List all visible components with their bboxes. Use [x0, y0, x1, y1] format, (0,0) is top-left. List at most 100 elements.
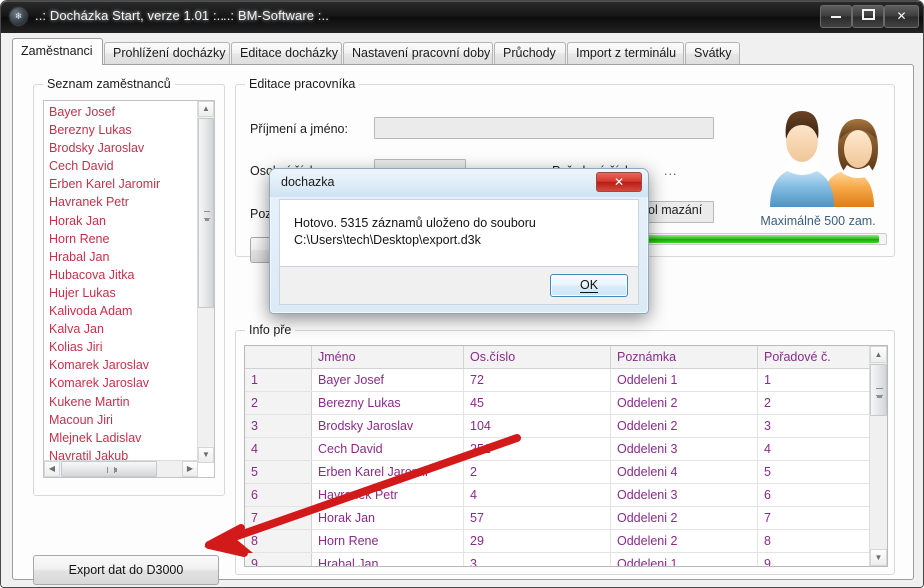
employee-list-item[interactable]: Horak Jan	[49, 212, 203, 230]
employee-list-item[interactable]: Hujer Lukas	[49, 284, 203, 302]
export-data-button[interactable]: Export dat do D3000	[33, 555, 219, 585]
maximize-button[interactable]	[852, 5, 884, 28]
scroll-down-icon[interactable]: ▼	[198, 447, 214, 463]
column-header[interactable]: Poznámka	[610, 346, 758, 369]
table-cell[interactable]: Oddeleni 1	[610, 368, 758, 392]
employee-list-item[interactable]: Komarek Jaroslav	[49, 356, 203, 374]
table-cell[interactable]: Hrabal Jan	[311, 552, 464, 566]
table-row[interactable]: 8 Horn Rene 29 Oddeleni 28	[245, 529, 887, 553]
tab-2[interactable]: Editace docházky	[231, 42, 342, 64]
employee-list-item[interactable]: Mlejnek Ladislav	[49, 429, 203, 447]
tab-6[interactable]: Svátky	[685, 42, 740, 64]
tab-4[interactable]: Průchody	[494, 42, 566, 64]
scroll-right-icon[interactable]: ▶	[182, 461, 198, 477]
dialog-close-button[interactable]: ✕	[596, 172, 642, 192]
column-header[interactable]: Os.číslo	[463, 346, 611, 369]
employee-list-item[interactable]: Berezny Lukas	[49, 121, 203, 139]
table-cell[interactable]: Horn Rene	[311, 529, 464, 553]
employee-list-vertical-scrollbar[interactable]: ▲ ▼	[197, 101, 214, 463]
table-cell[interactable]: Erben Karel Jaromir	[311, 460, 464, 484]
table-cell[interactable]: 72	[463, 368, 611, 392]
employee-list-horizontal-scrollbar[interactable]: ◀ ▶	[44, 460, 198, 477]
dialog-ok-button[interactable]: OK	[550, 274, 628, 297]
table-cell[interactable]: 29	[463, 529, 611, 553]
employees-data-grid[interactable]: Jméno Os.číslo Poznámka Pořadové č. 1 Bayer …	[244, 345, 888, 567]
table-cell[interactable]: 2	[463, 460, 611, 484]
row-header-cell[interactable]: 3	[245, 414, 312, 438]
employee-list-item[interactable]: Kolias Jiri	[49, 338, 203, 356]
employee-list-item[interactable]: Hrabal Jan	[49, 248, 203, 266]
table-row[interactable]: 5 Erben Karel Jaromir 2 Oddeleni 45	[245, 460, 887, 484]
grid-vertical-scrollbar[interactable]: ▲ ▼	[869, 346, 887, 566]
tab-3[interactable]: Nastavení pracovní doby	[343, 42, 493, 64]
table-cell[interactable]: Oddeleni 3	[610, 437, 758, 461]
employee-list-item[interactable]: Macoun Jiri	[49, 411, 203, 429]
table-cell[interactable]: Oddeleni 4	[610, 460, 758, 484]
tab-5[interactable]: Import z terminálu	[567, 42, 684, 64]
data-grid-head: Jméno Os.číslo Poznámka Pořadové č.	[245, 346, 887, 369]
scroll-left-icon[interactable]: ◀	[44, 461, 60, 477]
table-cell[interactable]: 104	[463, 414, 611, 438]
table-cell[interactable]: 57	[463, 506, 611, 530]
employee-list-item[interactable]: Kalva Jan	[49, 320, 203, 338]
table-row[interactable]: 3 Brodsky Jaroslav 104 Oddeleni 23	[245, 414, 887, 438]
employee-list-item[interactable]: Havranek Petr	[49, 193, 203, 211]
table-cell[interactable]: Havranek Petr	[311, 483, 464, 507]
employee-listbox[interactable]: Bayer Josef Berezny Lukas Brodsky Jaroslav…	[43, 100, 215, 478]
dialog-body: Hotovo. 5315 záznamů uloženo do souboru …	[279, 199, 639, 267]
table-row[interactable]: 1 Bayer Josef 72 Oddeleni 11	[245, 368, 887, 392]
employee-list-item[interactable]: Cech David	[49, 157, 203, 175]
table-cell[interactable]: Brodsky Jaroslav	[311, 414, 464, 438]
row-header-cell[interactable]: 5	[245, 460, 312, 484]
tab-label: Editace docházky	[240, 46, 338, 60]
table-row[interactable]: 9 Hrabal Jan 3 Oddeleni 19	[245, 552, 887, 566]
table-cell[interactable]: Oddeleni 2	[610, 506, 758, 530]
tab-0[interactable]: Zaměstnanci	[12, 38, 103, 65]
grid-scroll-down-icon[interactable]: ▼	[870, 549, 887, 566]
table-cell[interactable]: Bayer Josef	[311, 368, 464, 392]
table-cell[interactable]: Berezny Lukas	[311, 391, 464, 415]
table-cell[interactable]: Oddeleni 2	[610, 391, 758, 415]
row-header-cell[interactable]: 9	[245, 552, 312, 566]
table-row[interactable]: 7 Horak Jan 57 Oddeleni 27	[245, 506, 887, 530]
close-button[interactable]: ✕	[884, 5, 919, 28]
table-cell[interactable]: Oddeleni 2	[610, 414, 758, 438]
scrollbar-thumb[interactable]	[198, 118, 214, 308]
employee-list-item[interactable]: Komarek Jaroslav	[49, 374, 203, 392]
table-cell[interactable]: 45	[463, 391, 611, 415]
employee-list-item[interactable]: Kukene Martin	[49, 393, 203, 411]
row-header-cell[interactable]: 4	[245, 437, 312, 461]
row-header-cell[interactable]: 7	[245, 506, 312, 530]
row-header-cell[interactable]: 1	[245, 368, 312, 392]
employee-list-item[interactable]: Erben Karel Jaromir	[49, 175, 203, 193]
table-row[interactable]: 2 Berezny Lukas 45 Oddeleni 22	[245, 391, 887, 415]
surname-name-input[interactable]	[374, 117, 714, 139]
employee-list-item[interactable]: Brodsky Jaroslav	[49, 139, 203, 157]
table-cell[interactable]: Oddeleni 2	[610, 529, 758, 553]
table-cell[interactable]: Cech David	[311, 437, 464, 461]
row-header-cell[interactable]: 8	[245, 529, 312, 553]
table-cell[interactable]: 4	[463, 483, 611, 507]
paw-glyph: ❄	[14, 11, 23, 21]
table-row[interactable]: 4 Cech David 251 Oddeleni 34	[245, 437, 887, 461]
table-cell[interactable]: 3	[463, 552, 611, 566]
employee-list-item[interactable]: Hubacova Jitka	[49, 266, 203, 284]
table-cell[interactable]: 251	[463, 437, 611, 461]
row-header-cell[interactable]: 6	[245, 483, 312, 507]
column-header[interactable]	[245, 346, 312, 369]
hscrollbar-thumb[interactable]	[61, 461, 157, 477]
table-cell[interactable]: Oddeleni 3	[610, 483, 758, 507]
table-cell[interactable]: Horak Jan	[311, 506, 464, 530]
scroll-up-icon[interactable]: ▲	[198, 101, 214, 117]
tab-1[interactable]: Prohlížení docházky	[104, 42, 230, 64]
grid-scroll-up-icon[interactable]: ▲	[870, 346, 887, 363]
minimize-button[interactable]	[820, 5, 852, 28]
table-row[interactable]: 6 Havranek Petr 4 Oddeleni 36	[245, 483, 887, 507]
grid-scrollbar-thumb[interactable]	[870, 364, 887, 416]
employee-list-item[interactable]: Bayer Josef	[49, 103, 203, 121]
employee-list-item[interactable]: Kalivoda Adam	[49, 302, 203, 320]
column-header[interactable]: Jméno	[311, 346, 464, 369]
row-header-cell[interactable]: 2	[245, 391, 312, 415]
table-cell[interactable]: Oddeleni 1	[610, 552, 758, 566]
employee-list-item[interactable]: Horn Rene	[49, 230, 203, 248]
